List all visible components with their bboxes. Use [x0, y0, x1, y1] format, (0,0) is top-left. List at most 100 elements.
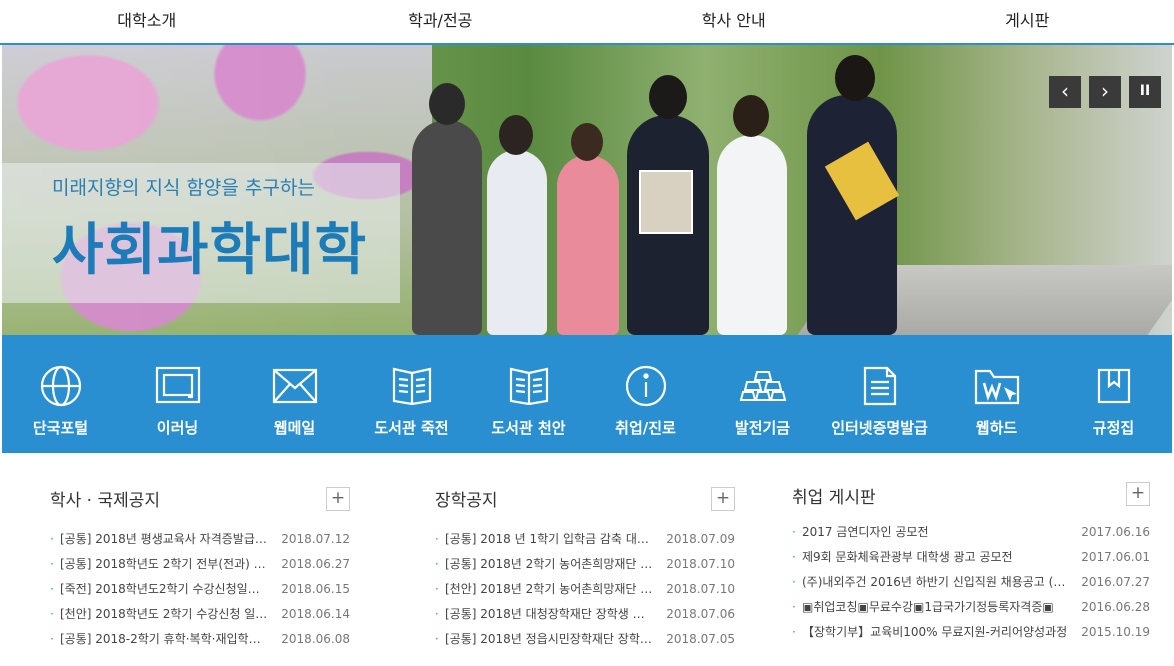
list-item-date: 2018.06.27 [281, 557, 350, 571]
list-item[interactable]: · [천안] 2018년 2학기 농어촌희망재단 … 2018.07.10 [435, 577, 735, 602]
list-item-title[interactable]: 【장학기부】교육비100% 무료지원-커리어양성과정 [802, 620, 1078, 645]
list-item[interactable]: · (주)내외주건 2016년 하반기 신입직원 채용공고 (… 2016.07.2… [792, 570, 1150, 595]
hero-banner: 미래지향의 지식 함양을 추구하는 사회과학대학 ‹ › II [2, 45, 1172, 335]
quick-link-library-jukjeon[interactable]: 도서관 죽전 [353, 335, 470, 453]
list-item[interactable]: · 2017 금연디자인 공모전 2017.06.16 [792, 520, 1150, 545]
quick-link-label: 도서관 죽전 [374, 419, 449, 437]
quick-link-label: 단국포털 [32, 419, 89, 437]
list-item-date: 2017.06.01 [1081, 550, 1150, 564]
quick-link-regulations[interactable]: 규정집 [1055, 335, 1172, 453]
gold-bars-icon [704, 363, 821, 409]
list-item-date: 2018.07.10 [666, 557, 735, 571]
quick-link-label: 규정집 [1092, 419, 1135, 437]
list-item-title[interactable]: [천안] 2018학년도 2학기 수강신청 일… [60, 602, 278, 627]
nav-item-board[interactable]: 게시판 [881, 0, 1174, 43]
list-item[interactable]: · ▣취업코칭▣무료수강▣1급국가기정등록자격증▣ 2016.06.28 [792, 595, 1150, 620]
board-title: 장학공지 [435, 491, 498, 511]
list-item[interactable]: · [공통] 2018-2학기 휴학·복학·재입학… 2018.06.08 [50, 627, 350, 652]
mail-icon [236, 363, 353, 409]
quick-link-webmail[interactable]: 웹메일 [236, 335, 353, 453]
quick-link-certificate[interactable]: 인터넷증명발급 [821, 335, 938, 453]
webhard-folder-icon [938, 363, 1055, 409]
list-item[interactable]: · [죽전] 2018학년도2학기 수강신청일… 2018.06.15 [50, 577, 350, 602]
list-item-date: 2017.06.16 [1081, 525, 1150, 539]
list-item-title[interactable]: [죽전] 2018학년도2학기 수강신청일… [60, 577, 278, 602]
quick-link-label: 웹하드 [975, 419, 1018, 437]
nav-item-academics[interactable]: 학사 안내 [587, 0, 881, 43]
quick-link-label: 웹메일 [273, 419, 316, 437]
list-item-title[interactable]: 2017 금연디자인 공모전 [802, 520, 1078, 545]
list-item-date: 2018.07.10 [666, 582, 735, 596]
slider-next-button[interactable]: › [1089, 76, 1121, 108]
board-career-posts: 취업 게시판 + · 2017 금연디자인 공모전 2017.06.16 · 제9회 … [792, 472, 1150, 639]
board-more-button[interactable]: + [1126, 482, 1150, 506]
globe-icon [2, 363, 119, 409]
slider-prev-button[interactable]: ‹ [1049, 76, 1081, 108]
quick-link-label: 인터넷증명발급 [831, 419, 928, 437]
quick-link-career[interactable]: 취업/진로 [587, 335, 704, 453]
list-item-date: 2018.07.12 [281, 532, 350, 546]
list-item-date: 2018.06.14 [281, 607, 350, 621]
list-item-date: 2018.07.05 [666, 632, 735, 646]
board-list: · [공통] 2018년 평생교육사 자격증발급… 2018.07.12 · [공통]… [50, 527, 350, 652]
list-item-title[interactable]: [공통] 2018 년 1학기 입학금 감축 대… [445, 527, 663, 552]
bookmark-icon [1055, 363, 1172, 409]
list-item[interactable]: · [공통] 2018년 정읍시민장학재단 장학… 2018.07.05 [435, 627, 735, 652]
list-item-title[interactable]: [공통] 2018년 정읍시민장학재단 장학… [445, 627, 663, 652]
book-icon [353, 363, 470, 409]
hero-students-photo [407, 55, 947, 335]
quick-links-bar: 단국포털 이러닝 웹메일 도서관 죽전 도서관 천안 취업/진로 발전기금 인터… [2, 335, 1172, 453]
list-item-date: 2018.06.15 [281, 582, 350, 596]
list-item-date: 2018.07.09 [666, 532, 735, 546]
quick-link-label: 이러닝 [156, 419, 199, 437]
list-item-title[interactable]: [공통] 2018-2학기 휴학·복학·재입학… [60, 627, 278, 652]
board-academic-notices: 학사 · 국제공지 + · [공통] 2018년 평생교육사 자격증발급… 2018… [50, 477, 350, 646]
slider-pause-button[interactable]: II [1129, 76, 1161, 108]
list-item[interactable]: · [공통] 2018학년도 2학기 전부(전과) … 2018.06.27 [50, 552, 350, 577]
board-more-button[interactable]: + [326, 487, 350, 511]
top-navigation: 대학소개 학과/전공 학사 안내 게시판 [0, 0, 1174, 45]
quick-link-elearning[interactable]: 이러닝 [119, 335, 236, 453]
list-item-title[interactable]: [공통] 2018학년도 2학기 전부(전과) … [60, 552, 278, 577]
list-item-title[interactable]: [공통] 2018년 대청장학재단 장학생 … [445, 602, 663, 627]
board-title: 학사 · 국제공지 [50, 491, 161, 511]
list-item[interactable]: · [공통] 2018년 대청장학재단 장학생 … 2018.07.06 [435, 602, 735, 627]
quick-link-portal[interactable]: 단국포털 [2, 335, 119, 453]
list-item-title[interactable]: (주)내외주건 2016년 하반기 신입직원 채용공고 (… [802, 570, 1078, 595]
list-item-title[interactable]: ▣취업코칭▣무료수강▣1급국가기정등록자격증▣ [802, 595, 1078, 620]
quick-link-webhard[interactable]: 웹하드 [938, 335, 1055, 453]
list-item-date: 2018.06.08 [281, 632, 350, 646]
document-icon [821, 363, 938, 409]
board-scholarship-notices: 장학공지 + · [공통] 2018 년 1학기 입학금 감축 대… 2018.07… [435, 477, 735, 646]
quick-link-label: 도서관 천안 [491, 419, 566, 437]
list-item-date: 2018.07.06 [666, 607, 735, 621]
list-item[interactable]: · 【장학기부】교육비100% 무료지원-커리어양성과정 2015.10.19 [792, 620, 1150, 645]
list-item[interactable]: · 제9회 문화체육관광부 대학생 광고 공모전 2017.06.01 [792, 545, 1150, 570]
list-item[interactable]: · [천안] 2018학년도 2학기 수강신청 일… 2018.06.14 [50, 602, 350, 627]
book-icon [470, 363, 587, 409]
board-title: 취업 게시판 [792, 488, 876, 508]
list-item-title[interactable]: [공통] 2018년 평생교육사 자격증발급… [60, 527, 278, 552]
board-more-button[interactable]: + [711, 487, 735, 511]
list-item-date: 2016.06.28 [1081, 600, 1150, 614]
hero-headline: 사회과학대학 [52, 218, 368, 283]
quick-link-development-fund[interactable]: 발전기금 [704, 335, 821, 453]
list-item[interactable]: · [공통] 2018년 2학기 농어촌희망재단 … 2018.07.10 [435, 552, 735, 577]
list-item-date: 2015.10.19 [1081, 625, 1150, 639]
quick-link-label: 취업/진로 [615, 419, 676, 437]
monitor-icon [119, 363, 236, 409]
hero-tagline: 미래지향의 지식 함양을 추구하는 [52, 177, 315, 199]
nav-item-about[interactable]: 대학소개 [0, 0, 294, 43]
quick-link-label: 발전기금 [734, 419, 791, 437]
board-list: · 2017 금연디자인 공모전 2017.06.16 · 제9회 문화체육관광부 대… [792, 520, 1150, 645]
quick-link-library-cheonan[interactable]: 도서관 천안 [470, 335, 587, 453]
list-item[interactable]: · [공통] 2018년 평생교육사 자격증발급… 2018.07.12 [50, 527, 350, 552]
list-item[interactable]: · [공통] 2018 년 1학기 입학금 감축 대… 2018.07.09 [435, 527, 735, 552]
list-item-title[interactable]: 제9회 문화체육관광부 대학생 광고 공모전 [802, 545, 1078, 570]
nav-item-departments[interactable]: 학과/전공 [294, 0, 588, 43]
list-item-date: 2016.07.27 [1081, 575, 1150, 589]
info-icon [587, 363, 704, 409]
board-list: · [공통] 2018 년 1학기 입학금 감축 대… 2018.07.09 · [공… [435, 527, 735, 652]
list-item-title[interactable]: [천안] 2018년 2학기 농어촌희망재단 … [445, 577, 663, 602]
list-item-title[interactable]: [공통] 2018년 2학기 농어촌희망재단 … [445, 552, 663, 577]
